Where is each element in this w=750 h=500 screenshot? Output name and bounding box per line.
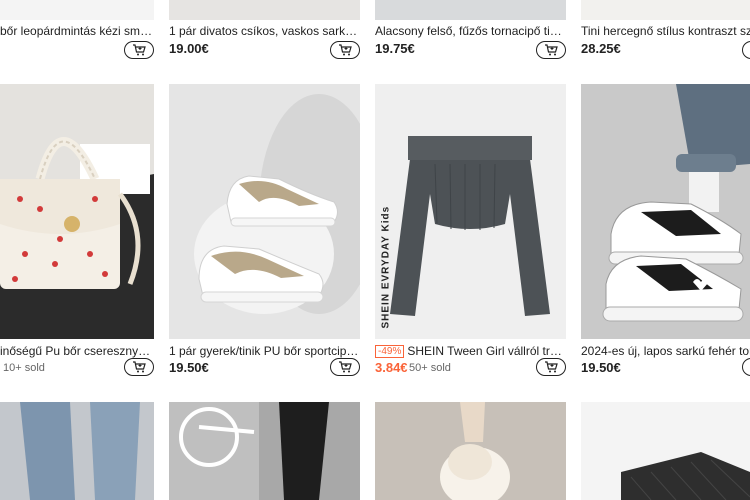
- add-to-cart-icon: [133, 44, 146, 56]
- woven-bag-image: [581, 402, 750, 500]
- product-image[interactable]: [0, 0, 154, 20]
- product-image[interactable]: [581, 0, 750, 20]
- product-price: 19.50€: [169, 360, 209, 375]
- leggings-image: [169, 402, 360, 500]
- product-price: 19.75€: [375, 41, 415, 56]
- discount-badge: -49%: [375, 345, 405, 358]
- product-price: 19.00€: [169, 41, 209, 56]
- product-price: 28.25€: [581, 41, 621, 56]
- product-image[interactable]: [0, 84, 154, 339]
- add-to-cart-button[interactable]: [330, 358, 360, 376]
- product-image[interactable]: [169, 0, 360, 20]
- product-title-text: SHEIN Tween Girl vállról trombita...: [407, 344, 566, 358]
- product-title[interactable]: Alacsony felső, fűzős tornacipő tinédzse…: [375, 24, 566, 38]
- fluffy-slipper-image: [375, 402, 566, 500]
- product-price: 3.84€: [375, 360, 408, 375]
- product-image[interactable]: [169, 402, 360, 500]
- product-image[interactable]: [581, 402, 750, 500]
- sold-count: 10+ sold: [3, 362, 45, 374]
- add-to-cart-button[interactable]: [330, 41, 360, 59]
- add-to-cart-button[interactable]: [124, 358, 154, 376]
- add-to-cart-icon: [545, 361, 558, 373]
- product-price: 19.50€: [581, 360, 621, 375]
- product-image[interactable]: [581, 84, 750, 339]
- product-image[interactable]: [375, 402, 566, 500]
- product-title[interactable]: 2024-es új, lapos sarkú fehér tornacip: [581, 344, 750, 358]
- product-image[interactable]: [169, 84, 360, 339]
- sneakers-image: [169, 84, 360, 339]
- product-title[interactable]: 1 pár divatos csíkos, vaskos sarkú szan.…: [169, 24, 360, 38]
- add-to-cart-button[interactable]: [124, 41, 154, 59]
- add-to-cart-button[interactable]: [536, 41, 566, 59]
- brand-watermark: SHEIN EVRYDAY Kids: [380, 205, 392, 329]
- sweater-image: [375, 84, 566, 339]
- product-image[interactable]: SHEIN EVRYDAY Kids: [375, 84, 566, 339]
- product-title[interactable]: -49%SHEIN Tween Girl vállról trombita...: [375, 344, 566, 358]
- sold-count: 50+ sold: [409, 362, 451, 374]
- add-to-cart-button[interactable]: [742, 358, 750, 376]
- product-title[interactable]: 1 pár gyerek/tinik PU bőr sportcipő, bel…: [169, 344, 360, 358]
- add-to-cart-icon: [339, 44, 352, 56]
- product-image[interactable]: [0, 402, 154, 500]
- product-title[interactable]: bőr leopárdmintás kézi sminktá...: [0, 24, 154, 38]
- handbag-image: [0, 84, 154, 339]
- jeans-image: [0, 402, 154, 500]
- product-image[interactable]: [375, 0, 566, 20]
- add-to-cart-icon: [545, 44, 558, 56]
- add-to-cart-button[interactable]: [742, 41, 750, 59]
- sneakers-image: [581, 84, 750, 339]
- add-to-cart-button[interactable]: [536, 358, 566, 376]
- add-to-cart-icon: [339, 361, 352, 373]
- product-title[interactable]: inőségű Pu bőr cseresznye nyo...: [0, 344, 154, 358]
- product-title[interactable]: Tini hercegnő stílus kontraszt színű, e: [581, 24, 750, 38]
- add-to-cart-icon: [133, 361, 146, 373]
